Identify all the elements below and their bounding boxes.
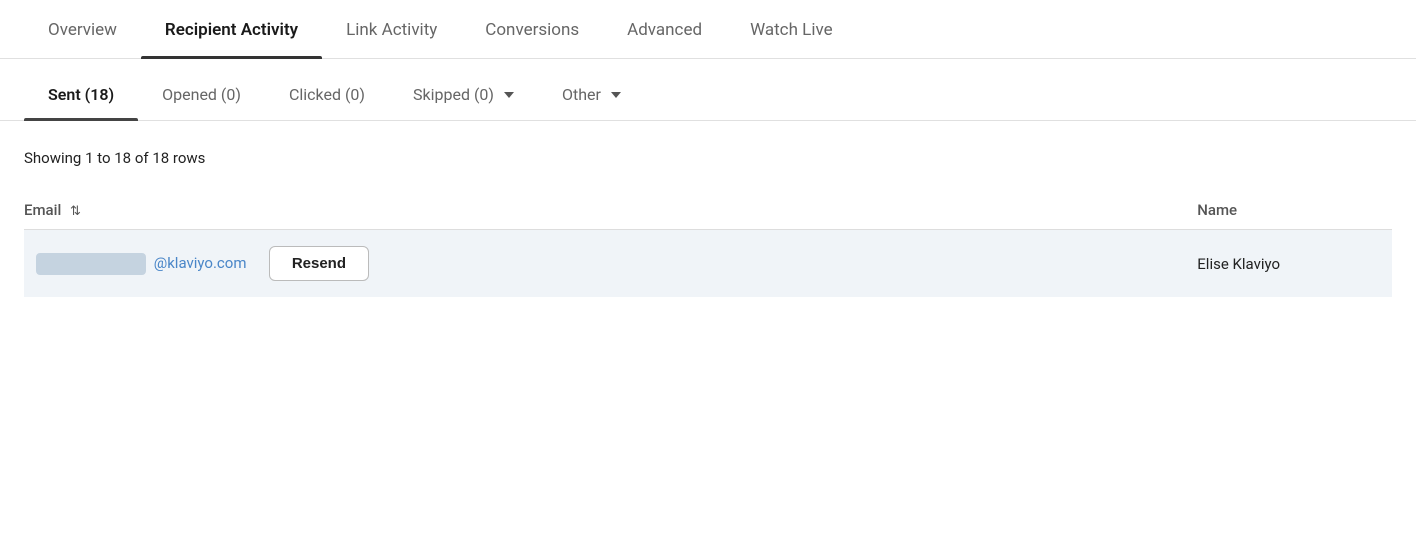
name-cell: Elise Klaviyo [1185, 230, 1392, 298]
chevron-down-icon [611, 92, 621, 98]
email-link[interactable]: @klaviyo.com [154, 254, 247, 272]
email-blur-placeholder [36, 253, 146, 275]
email-cell: @klaviyo.com Resend [24, 230, 1185, 298]
recipient-table: Email ⇅ Name @klaviyo.com Resend Elise K… [24, 191, 1392, 297]
tab-conversions[interactable]: Conversions [461, 0, 603, 58]
tab-advanced[interactable]: Advanced [603, 0, 726, 58]
tab-overview[interactable]: Overview [24, 0, 141, 58]
email-sort-icon[interactable]: ⇅ [70, 204, 81, 219]
subtab-skipped[interactable]: Skipped (0) [389, 67, 538, 120]
chevron-down-icon [504, 92, 514, 98]
subtab-sent[interactable]: Sent (18) [24, 67, 138, 120]
col-header-email: Email ⇅ [24, 191, 1185, 230]
subtab-clicked[interactable]: Clicked (0) [265, 67, 389, 120]
showing-rows-text: Showing 1 to 18 of 18 rows [24, 149, 1392, 167]
tab-watch-live[interactable]: Watch Live [726, 0, 857, 58]
main-content: Showing 1 to 18 of 18 rows Email ⇅ Name … [0, 121, 1416, 297]
tab-link-activity[interactable]: Link Activity [322, 0, 461, 58]
subtab-other[interactable]: Other [538, 67, 645, 120]
col-header-name: Name [1185, 191, 1392, 230]
subtab-opened[interactable]: Opened (0) [138, 67, 265, 120]
top-nav: Overview Recipient Activity Link Activit… [0, 0, 1416, 59]
tab-recipient-activity[interactable]: Recipient Activity [141, 0, 322, 58]
resend-button[interactable]: Resend [269, 246, 369, 281]
sub-tabs: Sent (18) Opened (0) Clicked (0) Skipped… [0, 67, 1416, 121]
table-row: @klaviyo.com Resend Elise Klaviyo [24, 230, 1392, 298]
